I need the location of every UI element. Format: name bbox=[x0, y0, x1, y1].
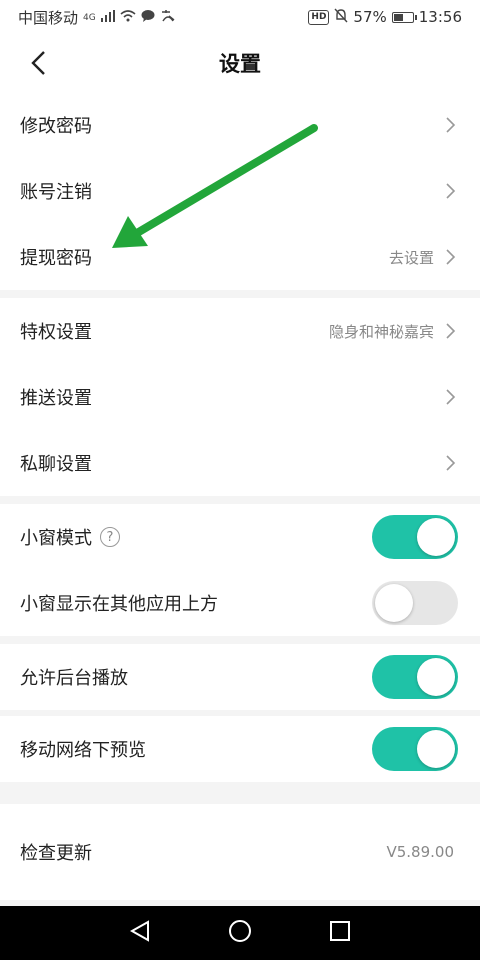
check-update-label: 检查更新 bbox=[20, 843, 92, 864]
version-value: V5.89.00 bbox=[386, 843, 454, 861]
recents-square-icon[interactable] bbox=[328, 919, 352, 947]
back-triangle-icon[interactable] bbox=[128, 919, 152, 947]
hd-badge: HD bbox=[308, 9, 330, 25]
mini-mode-row: 小窗模式 ? bbox=[0, 504, 480, 570]
background-play-toggle[interactable] bbox=[372, 655, 458, 699]
help-icon[interactable]: ? bbox=[100, 527, 120, 547]
background-play-row: 允许后台播放 bbox=[0, 644, 480, 710]
chevron-right-icon bbox=[446, 323, 456, 339]
cancel-account-label: 账号注销 bbox=[20, 182, 92, 203]
message-icon bbox=[141, 8, 155, 26]
header: 设置 bbox=[0, 34, 480, 92]
toggle-knob bbox=[417, 658, 455, 696]
privilege-settings-value: 隐身和神秘嘉宾 bbox=[328, 322, 434, 341]
background-play-label: 允许后台播放 bbox=[20, 668, 128, 689]
signal-icon bbox=[100, 8, 115, 26]
mini-mode-label: 小窗模式 bbox=[20, 528, 92, 549]
carrier-name: 中国移动 bbox=[18, 8, 79, 27]
mini-mode-toggle[interactable] bbox=[372, 515, 458, 559]
status-bar: 中国移动 4G HD 57% 13:56 bbox=[0, 0, 480, 34]
chevron-right-icon bbox=[446, 249, 456, 265]
page-title: 设置 bbox=[219, 52, 261, 76]
privilege-settings-label: 特权设置 bbox=[20, 322, 92, 343]
push-settings-label: 推送设置 bbox=[20, 388, 92, 409]
update-section: 检查更新 V5.89.00 bbox=[0, 804, 480, 900]
push-settings-row[interactable]: 推送设置 bbox=[0, 364, 480, 430]
mobile-preview-label: 移动网络下预览 bbox=[20, 740, 146, 761]
network-type: 4G bbox=[83, 12, 96, 23]
toggle-knob bbox=[375, 584, 413, 622]
annotation-arrow-icon bbox=[112, 124, 318, 248]
private-chat-settings-label: 私聊设置 bbox=[20, 454, 92, 475]
mobile-preview-row: 移动网络下预览 bbox=[0, 716, 480, 782]
back-button[interactable] bbox=[18, 42, 58, 84]
chevron-right-icon bbox=[446, 389, 456, 405]
chevron-right-icon bbox=[446, 455, 456, 471]
mute-bell-icon bbox=[334, 8, 348, 27]
privilege-settings-row[interactable]: 特权设置 隐身和神秘嘉宾 bbox=[0, 298, 480, 364]
window-section: 小窗模式 ? 小窗显示在其他应用上方 bbox=[0, 504, 480, 636]
withdraw-password-value: 去设置 bbox=[388, 248, 434, 267]
change-password-label: 修改密码 bbox=[20, 116, 92, 137]
privacy-section: 特权设置 隐身和神秘嘉宾 推送设置 私聊设置 bbox=[0, 298, 480, 496]
overlay-label: 小窗显示在其他应用上方 bbox=[20, 594, 218, 615]
mobile-preview-toggle[interactable] bbox=[372, 727, 458, 771]
chevron-right-icon bbox=[446, 183, 456, 199]
private-chat-settings-row[interactable]: 私聊设置 bbox=[0, 430, 480, 496]
clock: 13:56 bbox=[418, 8, 462, 26]
system-nav-bar bbox=[0, 906, 480, 960]
battery-icon bbox=[391, 11, 417, 23]
mobile-preview-section: 移动网络下预览 bbox=[0, 716, 480, 782]
overlay-toggle[interactable] bbox=[372, 581, 458, 625]
background-play-section: 允许后台播放 bbox=[0, 644, 480, 710]
toggle-knob bbox=[417, 730, 455, 768]
check-update-row[interactable]: 检查更新 V5.89.00 bbox=[0, 819, 480, 885]
overlay-row: 小窗显示在其他应用上方 bbox=[0, 570, 480, 636]
withdraw-password-label: 提现密码 bbox=[20, 248, 92, 269]
battery-percent: 57% bbox=[353, 8, 387, 26]
app-notification-icon bbox=[160, 8, 176, 26]
back-arrow-icon bbox=[31, 51, 45, 75]
wifi-icon bbox=[120, 8, 136, 26]
toggle-knob bbox=[417, 518, 455, 556]
home-circle-icon[interactable] bbox=[227, 918, 253, 948]
chevron-right-icon bbox=[446, 117, 456, 133]
